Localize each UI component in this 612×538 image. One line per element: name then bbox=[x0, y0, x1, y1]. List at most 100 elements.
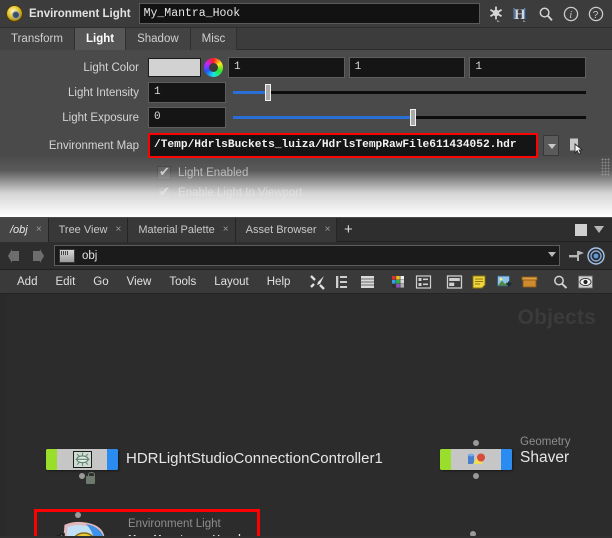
environment-light-icon bbox=[6, 5, 23, 22]
close-icon[interactable]: × bbox=[325, 224, 331, 235]
node-label: HDRLightStudioConnectionController1 bbox=[126, 451, 383, 467]
color-wheel-icon[interactable] bbox=[204, 58, 223, 77]
light-intensity-input[interactable]: 1 bbox=[148, 82, 226, 103]
tab-transform[interactable]: Transform bbox=[0, 28, 75, 50]
tab-asset-browser[interactable]: Asset Browser × bbox=[235, 217, 338, 242]
node-input-connector[interactable] bbox=[470, 531, 476, 536]
panel-icon[interactable] bbox=[446, 274, 463, 290]
menu-add[interactable]: Add bbox=[8, 271, 46, 293]
pane-resize-grip[interactable] bbox=[601, 158, 610, 176]
search-icon[interactable] bbox=[538, 6, 554, 22]
arrow-right-icon[interactable] bbox=[26, 246, 46, 266]
list-icon[interactable] bbox=[359, 274, 376, 290]
eye-icon[interactable] bbox=[577, 274, 594, 290]
environment-map-highlight: /Temp/HdrlsBuckets_luiza/HdrlsTempRawFil… bbox=[148, 133, 538, 158]
menu-layout[interactable]: Layout bbox=[205, 271, 258, 293]
network-canvas[interactable]: Objects HDRLightStudioConnectionControll… bbox=[0, 294, 612, 536]
tab-material-palette[interactable]: Material Palette × bbox=[128, 217, 236, 242]
maximize-pane-icon[interactable] bbox=[575, 223, 587, 236]
light-color-g-input[interactable]: 1 bbox=[348, 57, 466, 78]
node-input-connector[interactable] bbox=[473, 440, 479, 446]
row-environment-map: Environment Map /Temp/HdrlsBuckets_luiza… bbox=[0, 132, 612, 159]
close-icon[interactable]: × bbox=[36, 224, 42, 235]
node-label: Environment Light My_Mantra_Hook bbox=[128, 518, 246, 536]
menu-tools[interactable]: Tools bbox=[160, 271, 205, 293]
node-shaver-geometry[interactable]: Geometry Shaver bbox=[440, 436, 571, 479]
hierarchy-icon[interactable] bbox=[334, 274, 351, 290]
row-light-enabled[interactable]: Light Enabled bbox=[0, 163, 612, 183]
row-light-exposure: Light Exposure 0 bbox=[0, 107, 612, 128]
add-image-icon[interactable] bbox=[496, 274, 513, 290]
tab-light[interactable]: Light bbox=[74, 28, 127, 50]
target-icon[interactable] bbox=[586, 246, 606, 266]
tab-obj[interactable]: /obj × bbox=[0, 217, 49, 242]
light-exposure-input[interactable]: 0 bbox=[148, 107, 226, 128]
light-bulb-icon bbox=[54, 522, 105, 536]
node-name: Shaver bbox=[520, 449, 570, 466]
houdini-h-icon[interactable]: H bbox=[513, 6, 529, 23]
light-intensity-slider[interactable] bbox=[233, 82, 586, 103]
close-icon[interactable]: × bbox=[223, 224, 229, 235]
light-enabled-checkbox[interactable] bbox=[157, 164, 171, 180]
enable-light-in-viewport-checkbox[interactable] bbox=[157, 184, 171, 200]
light-exposure-slider[interactable] bbox=[233, 107, 586, 128]
node-input-connector[interactable] bbox=[75, 512, 81, 518]
node-type: Geometry bbox=[520, 436, 571, 448]
node-name-input[interactable]: My_Mantra_Hook bbox=[138, 3, 480, 24]
row-light-intensity: Light Intensity 1 bbox=[0, 82, 612, 103]
tab-tree-view[interactable]: Tree View × bbox=[48, 217, 129, 242]
pane-menu-icon[interactable] bbox=[594, 226, 604, 233]
menu-view[interactable]: View bbox=[118, 271, 161, 293]
tools-icon[interactable] bbox=[309, 274, 326, 290]
environment-map-dropdown-icon[interactable] bbox=[543, 135, 559, 156]
tab-misc[interactable]: Misc bbox=[190, 28, 238, 50]
node-body[interactable] bbox=[440, 440, 512, 479]
add-tab-button[interactable]: + bbox=[337, 219, 359, 241]
light-color-r-input[interactable]: 1 bbox=[228, 57, 345, 78]
lock-icon bbox=[86, 472, 95, 484]
help-icon[interactable]: ? bbox=[588, 6, 604, 22]
node-hdrlightstudio-connection-controller[interactable]: HDRLightStudioConnectionController1 bbox=[46, 449, 383, 484]
box-icon[interactable] bbox=[521, 274, 538, 290]
color-grid-icon[interactable] bbox=[390, 274, 407, 290]
controller-node-icon bbox=[73, 451, 92, 468]
node-type: Environment Light bbox=[128, 518, 221, 530]
row-light-color: Light Color 1 1 1 bbox=[0, 57, 612, 78]
menu-help[interactable]: Help bbox=[258, 271, 300, 293]
light-color-b-input[interactable]: 1 bbox=[469, 57, 587, 78]
node-body[interactable] bbox=[46, 449, 118, 479]
header-icon-group: H i ? bbox=[480, 6, 612, 23]
enable-light-in-viewport-label: Enable Light In Viewport bbox=[178, 187, 303, 199]
arrow-left-icon[interactable] bbox=[6, 246, 26, 266]
file-chooser-icon[interactable] bbox=[568, 137, 586, 155]
houdini-window: Environment Light My_Mantra_Hook H i ? T… bbox=[0, 0, 612, 538]
layout-grid-icon[interactable] bbox=[415, 274, 432, 290]
parameter-pane: Environment Light My_Mantra_Hook H i ? T… bbox=[0, 0, 612, 218]
path-dropdown-icon[interactable] bbox=[548, 252, 556, 257]
close-icon[interactable]: × bbox=[116, 224, 122, 235]
node-render-flag[interactable] bbox=[501, 449, 512, 470]
environment-map-input[interactable]: /Temp/HdrlsBuckets_luiza/HdrlsTempRawFil… bbox=[150, 135, 536, 156]
node-render-flag[interactable] bbox=[107, 449, 118, 470]
light-exposure-label: Light Exposure bbox=[62, 111, 139, 124]
network-path-input[interactable]: obj bbox=[54, 245, 560, 266]
node-environment-light[interactable]: Environment Light My_Mantra_Hook bbox=[42, 512, 246, 536]
node-display-flag[interactable] bbox=[440, 449, 451, 470]
node-display-flag[interactable] bbox=[46, 449, 57, 470]
search-icon[interactable] bbox=[552, 274, 569, 290]
menu-edit[interactable]: Edit bbox=[46, 271, 84, 293]
pin-icon[interactable] bbox=[566, 246, 586, 266]
row-enable-light-in-viewport[interactable]: Enable Light In Viewport bbox=[0, 183, 612, 203]
network-menu-bar: Add Edit Go View Tools Layout Help bbox=[0, 270, 612, 294]
light-enabled-label: Light Enabled bbox=[178, 167, 249, 179]
node-output-connector[interactable] bbox=[79, 473, 85, 479]
notes-icon[interactable] bbox=[471, 274, 488, 290]
light-color-swatch[interactable] bbox=[148, 58, 201, 77]
tab-shadow[interactable]: Shadow bbox=[126, 28, 191, 50]
menu-go[interactable]: Go bbox=[84, 271, 117, 293]
tab-asset-browser-label: Asset Browser bbox=[245, 223, 317, 236]
info-icon[interactable]: i bbox=[563, 6, 579, 22]
light-color-label: Light Color bbox=[83, 61, 139, 74]
node-output-connector[interactable] bbox=[473, 473, 479, 479]
gear-icon[interactable] bbox=[488, 6, 504, 22]
